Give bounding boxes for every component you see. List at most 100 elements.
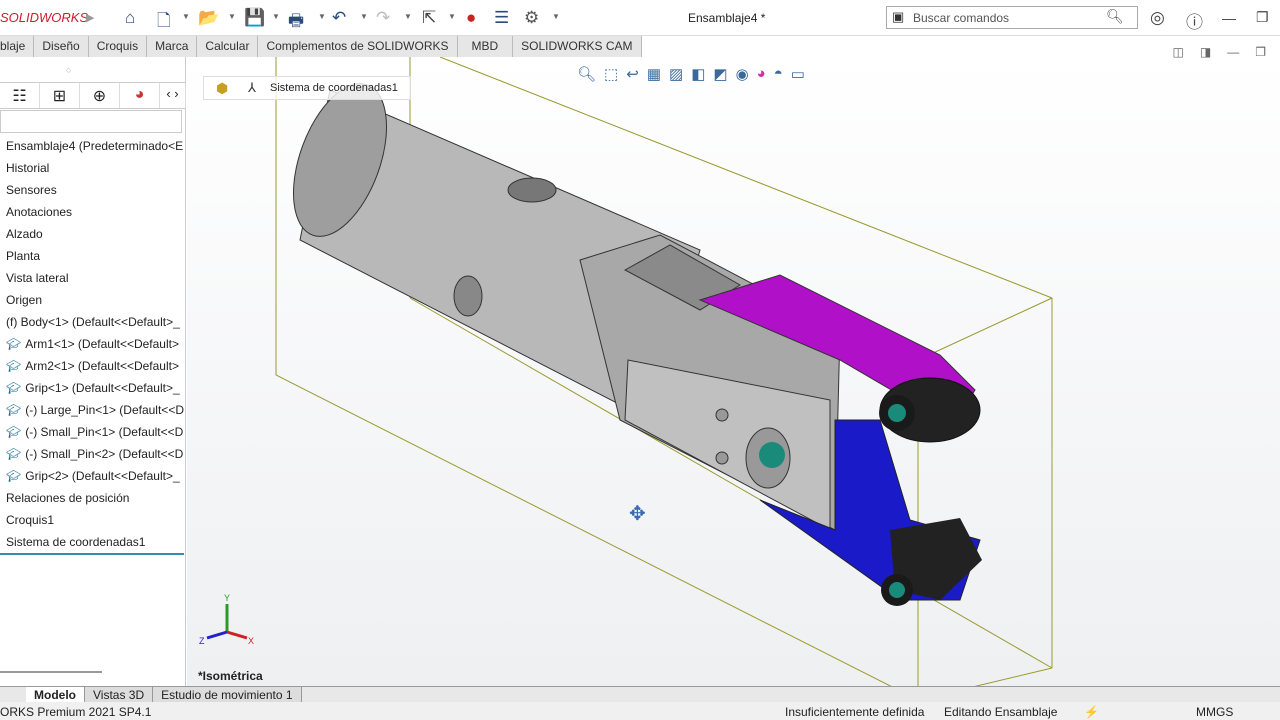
tree-item[interactable]: Croquis1 bbox=[6, 513, 54, 527]
search-icon[interactable]: 🔍︎ bbox=[1106, 8, 1124, 25]
print-icon[interactable]: 🖶 bbox=[288, 8, 304, 37]
property-manager-icon[interactable]: ⊞ bbox=[40, 83, 80, 108]
redo-icon[interactable]: ↷ bbox=[376, 8, 390, 28]
tree-item-label: Arm1<1> (Default<<Default> bbox=[25, 337, 179, 351]
feature-manager-icon[interactable]: ☷ bbox=[0, 83, 40, 108]
tree-item-label: Sensores bbox=[6, 183, 57, 197]
tab-vistas-3d[interactable]: Vistas 3D bbox=[85, 687, 154, 702]
rollback-bar[interactable] bbox=[0, 553, 184, 555]
user-account-icon[interactable]: ◎ bbox=[1150, 8, 1165, 28]
tree-item[interactable]: 🎓︎ (-) Small_Pin<2> (Default<<D bbox=[6, 447, 183, 461]
tree-item-label: (-) Small_Pin<1> (Default<<D bbox=[25, 425, 184, 439]
viewport-expand-icon[interactable]: ◨ bbox=[1200, 45, 1211, 59]
tree-item[interactable]: Vista lateral bbox=[6, 271, 68, 285]
viewport-window-controls: ◫ ◨ — ❐ bbox=[1173, 45, 1266, 59]
tree-item-label: Ensamblaje4 (Predeterminado<E bbox=[6, 139, 184, 153]
scroll-tabs-icon[interactable]: ‹ › bbox=[160, 83, 186, 108]
hide-show-items-icon[interactable]: ◉ bbox=[736, 65, 749, 83]
minimize-icon[interactable]: — bbox=[1222, 10, 1236, 26]
panel-tabs: ☷ ⊞ ⊕ ◕ ‹ › bbox=[0, 82, 186, 109]
rebuild-status-icon[interactable]: ⚡ bbox=[1084, 705, 1099, 719]
panel-splitter-handle[interactable]: ○ bbox=[66, 65, 71, 75]
home-icon[interactable]: ⌂ bbox=[125, 8, 135, 28]
tree-item[interactable]: 🎓︎ Grip<1> (Default<<Default>_ bbox=[6, 381, 180, 395]
zoom-to-area-icon[interactable]: ⬚ bbox=[604, 65, 618, 83]
tab-diseno[interactable]: Diseño bbox=[34, 36, 89, 57]
tree-filter-input[interactable] bbox=[0, 110, 182, 133]
viewport-restore-icon[interactable]: ❐ bbox=[1255, 45, 1266, 59]
viewport-split-icon[interactable]: ◫ bbox=[1173, 45, 1184, 59]
component-icon: 🎓︎ bbox=[6, 469, 22, 483]
tree-item[interactable]: 🎓︎ Arm1<1> (Default<<Default> bbox=[6, 337, 179, 351]
tab-ensamblaje[interactable]: blaje bbox=[0, 36, 35, 57]
tab-estudio-movimiento[interactable]: Estudio de movimiento 1 bbox=[153, 687, 302, 702]
heads-up-toolbar: 🔍︎ ⬚ ↩ ▦ ▨ ◧ ◩ ◉ ◕ ◓ ▭ bbox=[577, 65, 805, 83]
zoom-to-fit-icon[interactable]: 🔍︎ bbox=[577, 65, 596, 83]
component-icon: 🎓︎ bbox=[6, 337, 22, 351]
tree-item[interactable]: Origen bbox=[6, 293, 42, 307]
breadcrumb-item[interactable]: Sistema de coordenadas1 bbox=[270, 82, 398, 94]
tree-item[interactable]: Planta bbox=[6, 249, 40, 263]
configuration-manager-icon[interactable]: ⊕ bbox=[80, 83, 120, 108]
tree-item[interactable]: 🎓︎ Arm2<1> (Default<<Default> bbox=[6, 359, 179, 373]
open-icon[interactable]: 📂 bbox=[198, 8, 219, 28]
previous-view-icon[interactable]: ↩ bbox=[626, 65, 639, 83]
restore-icon[interactable]: ❐ bbox=[1256, 9, 1269, 26]
search-commands-input[interactable]: Buscar comandos bbox=[886, 6, 1138, 29]
tree-item[interactable]: Historial bbox=[6, 161, 49, 175]
tree-item[interactable]: Alzado bbox=[6, 227, 43, 241]
expand-menu-icon[interactable]: ▶ bbox=[86, 11, 94, 24]
file-properties-icon[interactable]: ☰ bbox=[494, 8, 509, 28]
horizontal-scrollbar[interactable] bbox=[0, 671, 102, 673]
help-icon[interactable]: ⓘ bbox=[1186, 8, 1203, 33]
view-orientation-icon[interactable]: ◧ bbox=[691, 65, 705, 83]
units-selector[interactable]: MMGS bbox=[1196, 705, 1233, 719]
view-settings-icon[interactable]: ▭ bbox=[791, 65, 805, 83]
new-document-icon[interactable]: 🗋 bbox=[157, 8, 171, 37]
bottom-tabs: Modelo Vistas 3D Estudio de movimiento 1 bbox=[0, 686, 1280, 702]
tab-croquis[interactable]: Croquis bbox=[89, 36, 148, 57]
tree-item[interactable]: 🎓︎ Grip<2> (Default<<Default>_ bbox=[6, 469, 180, 483]
tree-item-label: Origen bbox=[6, 293, 43, 307]
tree-item[interactable]: Ensamblaje4 (Predeterminado<E bbox=[6, 139, 183, 153]
move-cursor-icon: ✥ bbox=[629, 503, 646, 525]
rebuild-icon[interactable]: ● bbox=[466, 8, 476, 28]
view-orientation-label: *Isométrica bbox=[198, 669, 263, 683]
graphics-area[interactable]: 🔍︎ ⬚ ↩ ▦ ▨ ◧ ◩ ◉ ◕ ◓ ▭ ◫ ◨ — ❐ ✥ Y X Z bbox=[187, 45, 1280, 686]
tree-item[interactable]: Sensores bbox=[6, 183, 57, 197]
tab-marca[interactable]: Marca bbox=[147, 36, 198, 57]
undo-icon[interactable]: ↶ bbox=[332, 8, 346, 28]
tree-item[interactable]: 🎓︎ (-) Small_Pin<1> (Default<<D bbox=[6, 425, 183, 439]
display-manager-icon[interactable]: ◕ bbox=[120, 83, 160, 108]
select-icon[interactable]: ⇱ bbox=[422, 8, 436, 28]
save-icon[interactable]: 💾 bbox=[244, 8, 265, 28]
apply-scene-icon[interactable]: ◓ bbox=[774, 65, 783, 83]
options-gear-icon[interactable]: ⚙ bbox=[524, 8, 539, 28]
feature-manager-panel: ○ ☷ ⊞ ⊕ ◕ ‹ › Ensamblaje4 (Predeterminad… bbox=[0, 57, 186, 686]
command-prompt-icon: ▣ bbox=[892, 9, 905, 24]
tree-item-label: Vista lateral bbox=[6, 271, 69, 285]
tree-item[interactable]: Anotaciones bbox=[6, 205, 72, 219]
tab-solidworks-cam[interactable]: SOLIDWORKS CAM bbox=[513, 36, 642, 57]
version-text: ORKS Premium 2021 SP4.1 bbox=[0, 705, 152, 719]
display-style-icon[interactable]: ◩ bbox=[713, 65, 727, 83]
tree-item[interactable]: Relaciones de posición bbox=[6, 491, 129, 505]
definition-status: Insuficientemente definida bbox=[785, 705, 925, 719]
breadcrumb[interactable]: ⬢ ⅄ Sistema de coordenadas1 bbox=[203, 76, 411, 100]
tree-item-label: Alzado bbox=[6, 227, 43, 241]
tab-complementos[interactable]: Complementos de SOLIDWORKS bbox=[258, 36, 458, 57]
tree-item[interactable]: 🎓︎ (-) Large_Pin<1> (Default<<D bbox=[6, 403, 184, 417]
tree-item-label: Arm2<1> (Default<<Default> bbox=[25, 359, 179, 373]
tab-calcular[interactable]: Calcular bbox=[197, 36, 259, 57]
edit-appearance-icon[interactable]: ◕ bbox=[757, 65, 766, 83]
viewport-minimize-icon[interactable]: — bbox=[1227, 45, 1239, 59]
tree-item-label: Grip<2> (Default<<Default>_ bbox=[25, 469, 180, 483]
tree-item[interactable]: Sistema de coordenadas1 bbox=[6, 535, 145, 549]
tree-item[interactable]: (f) Body<1> (Default<<Default>_ bbox=[6, 315, 180, 329]
section-view-icon[interactable]: ▦ bbox=[647, 65, 661, 83]
component-icon: 🎓︎ bbox=[6, 425, 22, 439]
tab-modelo[interactable]: Modelo bbox=[26, 687, 85, 702]
dynamic-annotation-icon[interactable]: ▨ bbox=[669, 65, 683, 83]
tab-mbd[interactable]: MBD bbox=[458, 36, 514, 57]
axis-z-label: Z bbox=[199, 636, 205, 646]
